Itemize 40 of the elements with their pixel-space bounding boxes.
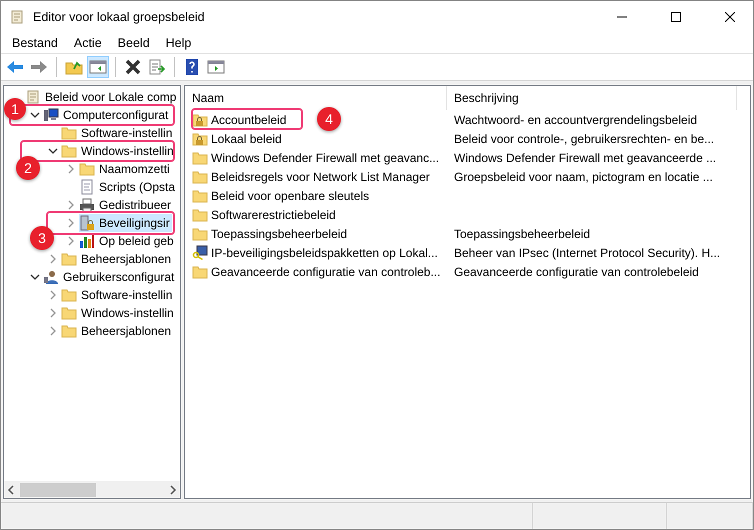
- window-title: Editor voor lokaal groepsbeleid: [33, 10, 206, 24]
- description-cell-text: Toepassingsbeheerbeleid: [453, 226, 590, 240]
- tree-item[interactable]: Windows-instellin: [61, 304, 176, 322]
- description-cell-text: Groepsbeleid voor naam, pictogram en locatie ...: [453, 170, 713, 184]
- list-item-name[interactable]: Softwarerestrictiebeleid: [211, 208, 336, 222]
- callout-badge: 2: [16, 156, 40, 180]
- tree-item[interactable]: Windows-instellin: [61, 142, 176, 160]
- tree-item[interactable]: Computerconfigurat: [43, 106, 170, 124]
- tree-item[interactable]: Gebruikersconfigurat: [43, 268, 176, 286]
- list-item-name[interactable]: Beleid voor openbare sleutels: [211, 188, 370, 202]
- menu-item[interactable]: Help: [158, 36, 200, 50]
- list-item-name[interactable]: Windows Defender Firewall met geavanc...: [211, 150, 440, 164]
- list-item-name[interactable]: Accountbeleid: [211, 112, 286, 126]
- menu-item[interactable]: Bestand: [4, 36, 66, 50]
- tree-item[interactable]: Beheersjablonen: [61, 322, 174, 340]
- tree-item[interactable]: Beleid voor Lokale comp: [25, 88, 178, 106]
- list-item-name[interactable]: Beleidsregels voor Network List Manager: [211, 170, 430, 184]
- description-cell-text: Geavanceerde configuratie van controlebeleid: [453, 264, 699, 278]
- list-item-name[interactable]: Geavanceerde configuratie van controleb...: [211, 264, 440, 278]
- list-item-name[interactable]: IP-beveiligingsbeleidspakketten op Lokal...: [211, 246, 438, 260]
- tree-item[interactable]: Naamomzetti: [79, 160, 172, 178]
- tree-item[interactable]: Beveiligingsir: [79, 214, 172, 232]
- menu-item[interactable]: Beeld: [110, 36, 158, 50]
- description-cell-text: Wachtwoord- en accountvergrendelingsbeleid: [453, 112, 698, 126]
- menu-item[interactable]: Actie: [66, 36, 110, 50]
- callout-badge: 4: [317, 107, 341, 131]
- callout-badge: 1: [4, 98, 26, 120]
- description-cell-text: Beleid voor controle-, gebruikersrechten- en be...: [453, 132, 714, 146]
- callout-badge: 3: [30, 226, 54, 250]
- list-item-name[interactable]: Toepassingsbeheerbeleid: [211, 226, 348, 240]
- tree-item[interactable]: Beheersjablonen: [61, 250, 174, 268]
- list-item-name[interactable]: Lokaal beleid: [211, 132, 282, 146]
- tree-item[interactable]: Gedistribueer: [79, 196, 174, 214]
- description-cell-text: Beheer van IPsec (Internet Protocol Security). H...: [453, 246, 720, 260]
- tree-item[interactable]: Software-instellin: [61, 286, 174, 304]
- tree-item[interactable]: Op beleid geb: [79, 232, 176, 250]
- tree-item[interactable]: Software-instellin: [61, 124, 174, 142]
- tree-item[interactable]: Scripts (Opsta: [79, 178, 178, 196]
- description-cell-text: Windows Defender Firewall met geavanceerde ...: [453, 150, 716, 164]
- column-header[interactable]: Beschrijving: [447, 86, 737, 110]
